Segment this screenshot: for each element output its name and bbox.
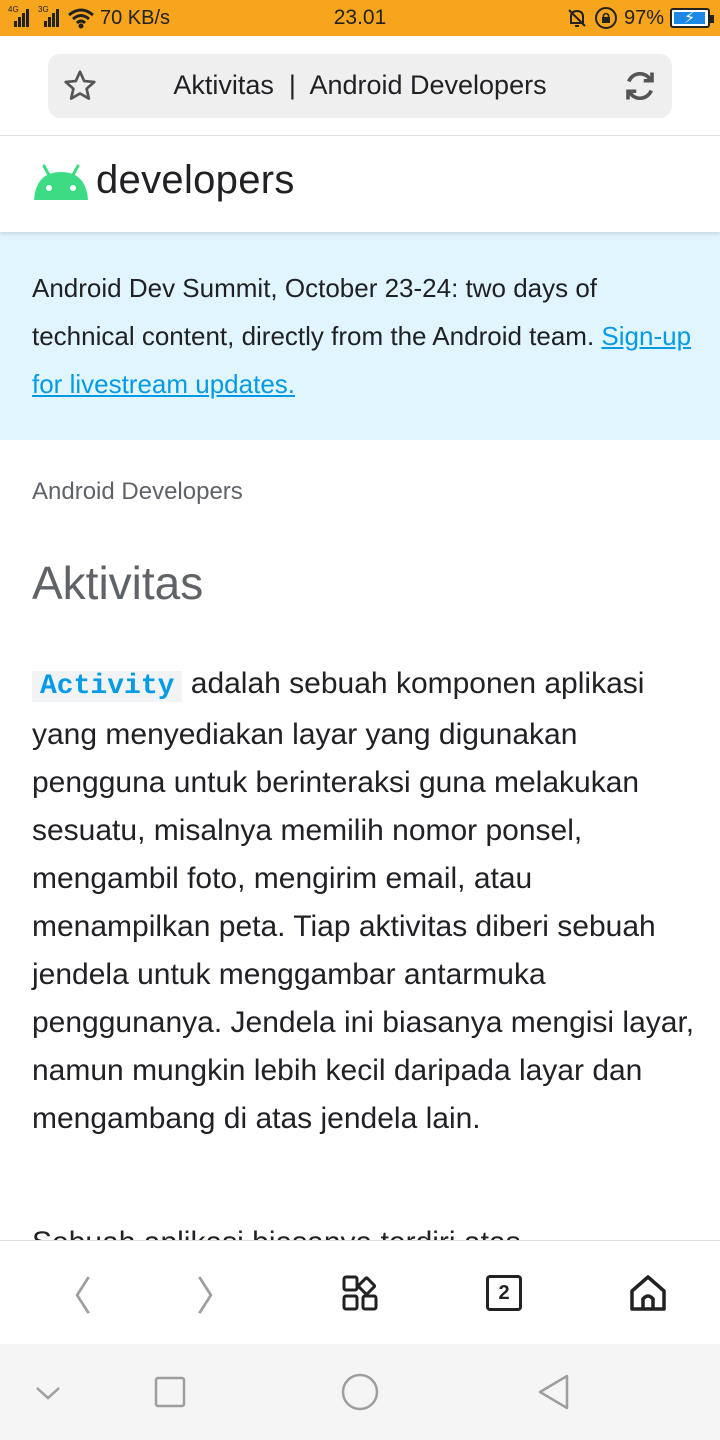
back-icon[interactable]: 〈 [50, 1271, 94, 1319]
back-nav-icon[interactable] [534, 1372, 574, 1412]
paragraph-text: adalah sebuah komponen aplikasi yang men… [32, 667, 695, 1135]
status-right: 97% ⚡ [566, 4, 714, 32]
breadcrumb[interactable]: Android Developers [32, 478, 243, 506]
code-term[interactable]: Activity [32, 671, 183, 702]
announcement-banner: Android Dev Summit, October 23-24: two d… [0, 232, 720, 440]
menu-grid-icon[interactable] [338, 1271, 382, 1315]
battery-charging-icon: ⚡ [670, 8, 714, 28]
logo-text[interactable]: developers [96, 158, 295, 203]
browser-address-bar: Aktivitas | Android Developers [0, 36, 720, 136]
status-bar: 4G 3G 70 KB/s 23.01 97% ⚡ [0, 0, 720, 36]
mute-icon [568, 9, 586, 27]
page-title: Aktivitas [32, 557, 204, 609]
browser-toolbar: 〈 〉 2 [0, 1240, 720, 1344]
banner-message: Android Dev Summit, October 23-24: two d… [32, 273, 602, 351]
url-field[interactable]: Aktivitas | Android Developers [48, 54, 672, 118]
system-nav-bar [0, 1344, 720, 1440]
recents-icon[interactable] [150, 1372, 190, 1412]
rotation-lock-icon [594, 7, 617, 29]
collapse-icon[interactable] [28, 1372, 68, 1412]
forward-icon[interactable]: 〉 [194, 1271, 238, 1319]
page-tab-title: Aktivitas | Android Developers [173, 70, 547, 100]
battery-percent: 97% [623, 6, 664, 29]
android-logo-icon[interactable] [32, 164, 90, 202]
tab-count: 2 [486, 1275, 522, 1311]
intro-paragraph: Activity adalah sebuah komponen aplikasi… [32, 660, 702, 1143]
home-icon[interactable] [626, 1271, 670, 1315]
tabs-icon[interactable]: 2 [482, 1271, 526, 1315]
refresh-icon[interactable] [622, 68, 658, 104]
banner-text: Android Dev Summit, October 23-24: two d… [32, 264, 692, 408]
home-nav-icon[interactable] [340, 1372, 380, 1412]
site-header: developers [0, 136, 720, 232]
